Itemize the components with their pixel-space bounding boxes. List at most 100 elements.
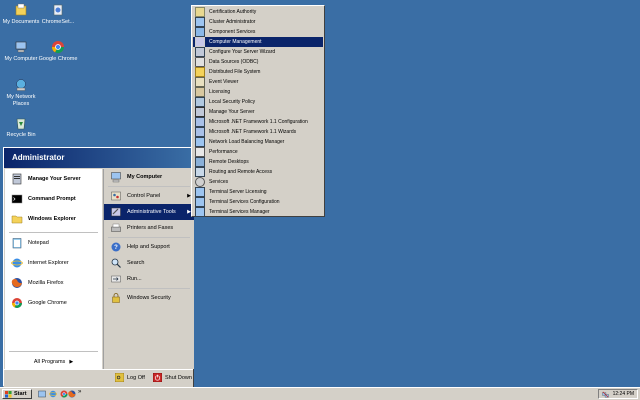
admin-item-terminal-services-manager[interactable]: Terminal Services Manager bbox=[193, 207, 323, 217]
admin-item-cluster-administrator[interactable]: Cluster Administrator bbox=[193, 17, 323, 27]
start-button[interactable]: Start bbox=[2, 389, 32, 399]
admin-item-data-sources[interactable]: Data Sources (ODBC) bbox=[193, 57, 323, 67]
desktop-icon-google-chrome[interactable]: Google Chrome bbox=[38, 40, 78, 63]
internet-explorer-icon[interactable] bbox=[49, 390, 57, 398]
start-item-administrative-tools[interactable]: Administrative Tools ▶ bbox=[104, 204, 194, 220]
admin-item-label: Performance bbox=[209, 149, 238, 155]
show-desktop-icon[interactable] bbox=[38, 390, 46, 398]
start-item-search[interactable]: Search bbox=[104, 255, 194, 271]
start-item-windows-security[interactable]: Windows Security bbox=[104, 290, 194, 306]
dotnet-icon bbox=[195, 127, 205, 137]
start-item-label: My Computer bbox=[127, 174, 163, 180]
desktop-icon-chromesetup[interactable]: ChromeSet... bbox=[38, 3, 78, 26]
desktop-icon-my-documents[interactable]: My Documents bbox=[1, 3, 41, 26]
start-item-mozilla-firefox[interactable]: Mozilla Firefox bbox=[5, 275, 102, 291]
my-computer-icon bbox=[111, 172, 121, 183]
start-item-command-prompt[interactable]: Command Prompt bbox=[5, 191, 102, 207]
admin-item-services[interactable]: Services bbox=[193, 177, 323, 187]
start-menu-user-name: Administrator bbox=[4, 148, 193, 168]
recycle-bin-icon bbox=[16, 118, 26, 130]
admin-item-certification-authority[interactable]: Certification Authority bbox=[193, 7, 323, 17]
start-item-my-computer[interactable]: My Computer bbox=[104, 169, 194, 185]
network-tray-icon[interactable] bbox=[601, 391, 609, 398]
shut-down-label: Shut Down bbox=[165, 374, 192, 381]
start-menu-left-pane: Manage Your Server Command Prompt Window… bbox=[5, 169, 102, 369]
desktop-icon-label: Recycle Bin bbox=[6, 132, 36, 138]
start-item-run[interactable]: Run... bbox=[104, 271, 194, 287]
admin-item-terminal-services-configuration[interactable]: Terminal Services Configuration bbox=[193, 197, 323, 207]
start-item-label: Windows Security bbox=[127, 295, 171, 301]
admin-item-local-security-policy[interactable]: Local Security Policy bbox=[193, 97, 323, 107]
admin-item-dotnet-configuration[interactable]: Microsoft .NET Framework 1.1 Configurati… bbox=[193, 117, 323, 127]
desktop-icon-recycle-bin[interactable]: Recycle Bin bbox=[1, 116, 41, 139]
admin-item-distributed-file-system[interactable]: Distributed File System bbox=[193, 67, 323, 77]
firefox-icon[interactable] bbox=[68, 390, 76, 398]
start-item-label: Command Prompt bbox=[28, 196, 76, 202]
admin-item-routing-remote-access[interactable]: Routing and Remote Access bbox=[193, 167, 323, 177]
log-off-button[interactable]: Log Off bbox=[115, 373, 145, 382]
start-item-label: Control Panel bbox=[127, 193, 161, 199]
shut-down-button[interactable]: Shut Down bbox=[153, 373, 192, 382]
admin-item-label: Distributed File System bbox=[209, 69, 261, 75]
admin-item-label: Configure Your Server Wizard bbox=[209, 49, 276, 55]
power-icon bbox=[153, 373, 162, 382]
admin-item-configure-your-server-wizard[interactable]: Configure Your Server Wizard bbox=[193, 47, 323, 57]
svg-text:?: ? bbox=[114, 245, 118, 251]
admin-item-label: Microsoft .NET Framework 1.1 Wizards bbox=[209, 129, 297, 135]
admin-item-terminal-server-licensing[interactable]: Terminal Server Licensing bbox=[193, 187, 323, 197]
admin-item-label: Terminal Services Manager bbox=[209, 209, 270, 215]
performance-icon bbox=[195, 147, 205, 157]
start-item-control-panel[interactable]: Control Panel ▶ bbox=[104, 188, 194, 204]
start-item-label: Search bbox=[127, 260, 145, 266]
start-item-manage-your-server[interactable]: Manage Your Server bbox=[5, 171, 102, 187]
admin-item-licensing[interactable]: Licensing bbox=[193, 87, 323, 97]
security-policy-icon bbox=[195, 97, 205, 107]
admin-item-label: Cluster Administrator bbox=[209, 19, 256, 25]
computer-management-icon bbox=[195, 37, 205, 47]
desktop-icon-network-places[interactable]: My Network Places bbox=[1, 78, 41, 107]
google-chrome-icon[interactable] bbox=[60, 390, 68, 398]
desktop-icon-label: My Documents bbox=[2, 19, 40, 25]
admin-item-performance[interactable]: Performance bbox=[193, 147, 323, 157]
start-item-label: Google Chrome bbox=[28, 300, 67, 306]
admin-item-label: Licensing bbox=[209, 89, 231, 95]
firefox-icon bbox=[11, 278, 22, 288]
start-item-google-chrome[interactable]: Google Chrome bbox=[5, 295, 102, 311]
admin-item-network-load-balancing[interactable]: Network Load Balancing Manager bbox=[193, 137, 323, 147]
admin-item-label: Terminal Services Configuration bbox=[209, 199, 280, 205]
start-item-notepad[interactable]: Notepad bbox=[5, 235, 102, 251]
start-menu-right-pane: My Computer Control Panel ▶ Administrati… bbox=[103, 169, 194, 369]
admin-item-event-viewer[interactable]: Event Viewer bbox=[193, 77, 323, 87]
admin-item-dotnet-wizards[interactable]: Microsoft .NET Framework 1.1 Wizards bbox=[193, 127, 323, 137]
start-item-help-and-support[interactable]: ? Help and Support bbox=[104, 239, 194, 255]
admin-item-computer-management[interactable]: Computer Management bbox=[193, 37, 323, 47]
start-menu-divider bbox=[108, 186, 190, 187]
folder-icon bbox=[195, 67, 205, 77]
admin-item-label: Computer Management bbox=[209, 39, 262, 45]
database-icon bbox=[195, 57, 205, 67]
desktop-icon-label: My Network Places bbox=[6, 94, 36, 107]
windows-logo-icon bbox=[5, 390, 12, 398]
quick-launch-more[interactable]: » bbox=[78, 389, 81, 395]
start-item-internet-explorer[interactable]: Internet Explorer bbox=[5, 255, 102, 271]
administrative-tools-submenu: Certification Authority Cluster Administ… bbox=[191, 5, 325, 217]
google-chrome-icon bbox=[12, 298, 22, 308]
cluster-icon bbox=[195, 17, 205, 27]
start-item-printers-and-faxes[interactable]: Printers and Faxes bbox=[104, 220, 194, 236]
desktop-icon-label: My Computer bbox=[4, 56, 38, 62]
component-services-icon bbox=[195, 27, 205, 37]
search-icon bbox=[111, 258, 121, 268]
clock[interactable]: 12:24 PM bbox=[613, 391, 634, 397]
start-item-windows-explorer[interactable]: Windows Explorer bbox=[5, 211, 102, 227]
security-icon bbox=[112, 293, 120, 303]
desktop-icon-label: Google Chrome bbox=[38, 56, 78, 62]
internet-explorer-icon bbox=[11, 258, 23, 268]
admin-item-remote-desktops[interactable]: Remote Desktops bbox=[193, 157, 323, 167]
my-documents-icon bbox=[15, 3, 27, 16]
admin-item-manage-your-server[interactable]: Manage Your Server bbox=[193, 107, 323, 117]
admin-item-component-services[interactable]: Component Services bbox=[193, 27, 323, 37]
start-item-label: Administrative Tools bbox=[127, 209, 176, 215]
desktop-icon-my-computer[interactable]: My Computer bbox=[1, 40, 41, 63]
all-programs-button[interactable]: All Programs ▶ bbox=[5, 354, 102, 370]
event-viewer-icon bbox=[195, 77, 205, 87]
